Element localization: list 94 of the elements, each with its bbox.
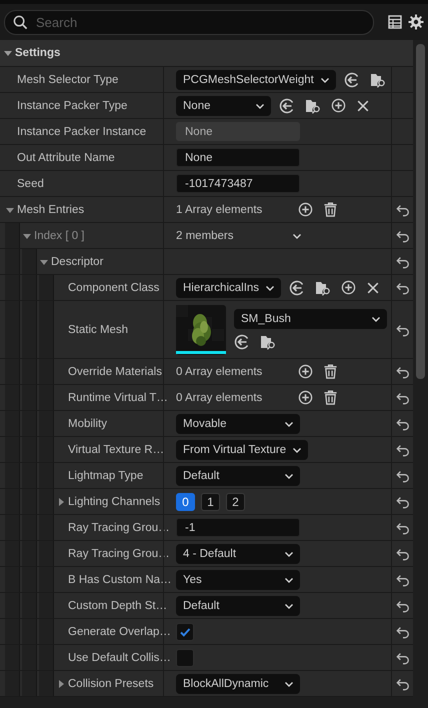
dropdown[interactable]: Default [176, 466, 300, 486]
property-label: Lightmap Type [68, 470, 144, 482]
use-selected-icon[interactable] [289, 280, 306, 296]
add-icon[interactable] [331, 98, 346, 113]
reset-arrow-icon[interactable] [396, 364, 410, 378]
trash-icon[interactable] [323, 390, 338, 405]
property-label: Use Default Collis… [68, 652, 171, 664]
checkbox[interactable] [176, 648, 194, 666]
trash-icon[interactable] [323, 202, 338, 217]
property-label: Component Class [68, 282, 160, 294]
settings-icon[interactable] [408, 14, 424, 30]
text-field[interactable]: -1017473487 [176, 174, 300, 193]
dropdown[interactable]: HierarchicalIns [176, 278, 282, 298]
property-label: Collision Presets [68, 678, 154, 690]
property-label: Lighting Channels [68, 496, 160, 508]
search-icon [13, 14, 28, 30]
reset-arrow-icon[interactable] [396, 280, 410, 294]
dropdown[interactable]: Yes [176, 570, 300, 590]
reset-arrow-icon[interactable] [396, 546, 410, 560]
folder-search-icon[interactable] [260, 334, 276, 350]
property-label: Descriptor [51, 256, 104, 268]
close-icon[interactable] [356, 98, 370, 112]
dropdown[interactable]: None [176, 96, 271, 116]
folder-search-icon[interactable] [305, 98, 321, 114]
property-label: Instance Packer Instance [17, 126, 146, 138]
property-label: Mesh Selector Type [17, 74, 118, 86]
dropdown[interactable]: Movable [176, 414, 300, 434]
reset-arrow-icon[interactable] [396, 468, 410, 482]
array-count: 1 Array elements [176, 204, 262, 216]
property-label: Generate Overlap… [68, 626, 171, 638]
reset-arrow-icon[interactable] [396, 228, 410, 242]
property-label: Instance Packer Type [17, 100, 128, 112]
readonly-field: None [176, 122, 300, 141]
dropdown[interactable]: PCGMeshSelectorWeight [176, 70, 336, 90]
reset-arrow-icon[interactable] [396, 254, 410, 268]
reset-arrow-icon[interactable] [396, 442, 410, 456]
reset-arrow-icon[interactable] [396, 572, 410, 586]
trash-icon[interactable] [323, 364, 338, 379]
property-label: Ray Tracing Grou… [68, 548, 170, 560]
array-count: 0 Array elements [176, 392, 262, 404]
reset-arrow-icon[interactable] [396, 650, 410, 664]
property-label: Ray Tracing Grou… [68, 522, 170, 534]
asset-dropdown[interactable]: SM_Bush [234, 309, 387, 329]
search-field[interactable]: Search [4, 10, 374, 34]
folder-search-icon[interactable] [315, 280, 332, 296]
add-icon[interactable] [298, 364, 314, 379]
use-selected-icon[interactable] [344, 72, 360, 88]
add-icon[interactable] [341, 280, 356, 295]
dropdown[interactable]: BlockAllDynamic [176, 674, 300, 694]
property-label: Override Materials [68, 366, 162, 378]
property-label: Out Attribute Name [17, 152, 115, 164]
close-icon[interactable] [366, 280, 380, 294]
reset-arrow-icon[interactable] [396, 416, 410, 430]
channel-toggle[interactable]: 2 [226, 492, 245, 510]
category-title: Settings [15, 47, 60, 59]
dropdown[interactable]: Default [176, 596, 300, 616]
reset-arrow-icon[interactable] [396, 494, 410, 508]
expander-arrow-icon[interactable] [56, 496, 66, 506]
reset-arrow-icon[interactable] [396, 390, 410, 404]
reset-arrow-icon[interactable] [396, 520, 410, 534]
use-selected-icon[interactable] [279, 98, 295, 114]
member-count: 2 members [176, 230, 235, 242]
add-icon[interactable] [298, 390, 314, 405]
channel-toggle[interactable]: 1 [201, 492, 220, 510]
dropdown[interactable]: 4 - Default [176, 544, 300, 564]
dropdown[interactable]: From Virtual Texture [176, 440, 308, 460]
chevron-down-icon [371, 314, 381, 324]
property-label: Mesh Entries [17, 204, 84, 216]
property-label: Index [ 0 ] [34, 230, 85, 242]
array-count: 0 Array elements [176, 366, 262, 378]
property-label: Custom Depth St… [68, 600, 168, 612]
reset-arrow-icon[interactable] [396, 624, 410, 638]
folder-search-icon[interactable] [370, 72, 386, 88]
property-label: Mobility [68, 418, 107, 430]
reset-arrow-icon[interactable] [396, 676, 410, 690]
use-selected-icon[interactable] [234, 334, 250, 350]
category-header[interactable]: Settings [0, 40, 413, 67]
reset-arrow-icon[interactable] [396, 322, 410, 336]
expander-arrow-icon[interactable] [56, 678, 66, 688]
checkmark-icon [179, 626, 191, 638]
table-icon[interactable] [388, 15, 402, 29]
property-label: Runtime Virtual T… [68, 392, 168, 404]
text-field[interactable]: None [176, 148, 300, 167]
checkbox[interactable] [176, 622, 194, 640]
property-label: Seed [17, 178, 44, 190]
property-label: B Has Custom Na… [68, 574, 172, 586]
property-label: Static Mesh [68, 324, 128, 336]
reset-arrow-icon[interactable] [396, 598, 410, 612]
text-field[interactable]: -1 [176, 518, 300, 537]
channel-toggle[interactable]: 0 [176, 492, 195, 510]
add-icon[interactable] [298, 202, 314, 217]
expander-arrow-icon[interactable] [3, 48, 13, 58]
property-label: Virtual Texture R… [68, 444, 164, 456]
reset-arrow-icon[interactable] [396, 202, 410, 216]
